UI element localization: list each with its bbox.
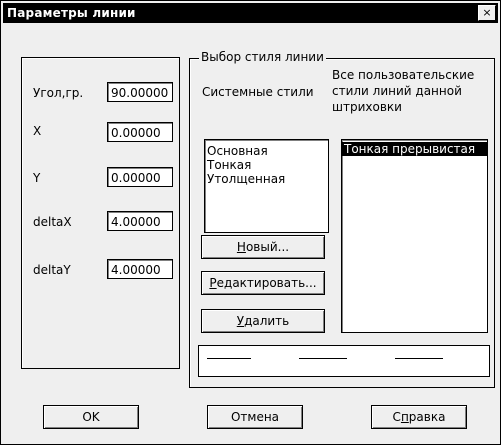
angle-label: Угол,гр.	[33, 86, 84, 100]
preview-dash	[299, 358, 347, 359]
list-item[interactable]: Утолщенная	[205, 172, 328, 186]
style-group-title: Выбор стиля линии	[199, 50, 326, 64]
help-button[interactable]: Справка	[371, 405, 467, 429]
system-styles-list[interactable]: Основная Тонкая Утолщенная	[204, 139, 329, 233]
line-preview	[198, 345, 490, 377]
angle-field[interactable]: 90.00000	[107, 82, 173, 102]
preview-dash	[207, 358, 251, 359]
user-styles-label-line: штриховки	[332, 100, 402, 114]
close-icon: ×	[482, 6, 492, 19]
list-item[interactable]: Основная	[205, 144, 328, 158]
user-styles-label-line: Все пользовательские	[332, 68, 475, 82]
delete-style-button[interactable]: Удалить	[201, 309, 325, 333]
deltay-label: deltaY	[33, 263, 71, 277]
close-button[interactable]: ×	[478, 5, 496, 21]
edit-style-button[interactable]: Редактировать...	[201, 271, 325, 295]
x-label: X	[33, 124, 42, 138]
deltay-field[interactable]: 4.00000	[107, 259, 173, 279]
list-item[interactable]: Тонкая	[205, 158, 328, 172]
new-style-button[interactable]: Новый...	[201, 235, 325, 259]
user-styles-list[interactable]: Тонкая прерывистая	[341, 139, 488, 333]
window-title: Параметры линии	[7, 6, 136, 20]
y-field[interactable]: 0.00000	[107, 167, 173, 187]
y-label: Y	[33, 171, 41, 185]
title-bar[interactable]: Параметры линии ×	[3, 3, 498, 23]
user-styles-label: Все пользовательские стили линий данной …	[332, 67, 474, 115]
system-styles-label: Системные стили	[202, 85, 314, 99]
user-styles-label-line: стили линий данной	[332, 84, 462, 98]
x-field[interactable]: 0.00000	[107, 122, 173, 142]
dialog-window: Параметры линии × Угол,гр. 90.00000 X 0.…	[0, 0, 501, 445]
list-item[interactable]: Тонкая прерывистая	[342, 142, 487, 156]
cancel-button[interactable]: Отмена	[207, 405, 303, 429]
preview-dash	[395, 358, 443, 359]
deltax-label: deltaX	[33, 215, 72, 229]
deltax-field[interactable]: 4.00000	[107, 211, 173, 231]
ok-button[interactable]: OK	[43, 405, 139, 429]
